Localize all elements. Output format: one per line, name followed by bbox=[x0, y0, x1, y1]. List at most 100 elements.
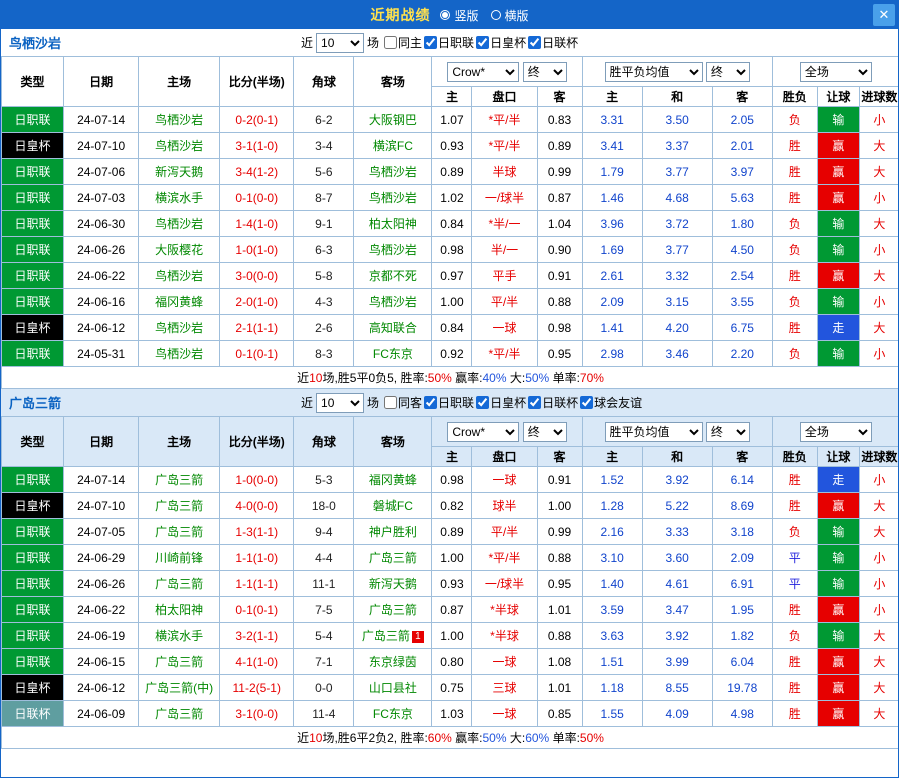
away-team-link[interactable]: 鸟栖沙岩 bbox=[369, 165, 417, 179]
checkbox-input[interactable] bbox=[384, 36, 397, 49]
checkbox-input[interactable] bbox=[476, 36, 489, 49]
home-team-link[interactable]: 鸟栖沙岩 bbox=[155, 269, 203, 283]
handicap-away-odds: 0.88 bbox=[537, 623, 582, 649]
match-row: 日皇杯24-06-12广岛三箭(中)11-2(5-1)0-0山口县社0.75三球… bbox=[2, 675, 899, 701]
home-team-link[interactable]: 福冈黄蜂 bbox=[155, 295, 203, 309]
home-team-link[interactable]: 广岛三箭 bbox=[155, 655, 203, 669]
away-team-link[interactable]: FC东京 bbox=[373, 347, 413, 361]
away-team-link[interactable]: 新泻天鹅 bbox=[369, 577, 417, 591]
home-team-link[interactable]: 广岛三箭 bbox=[155, 577, 203, 591]
odds-source-select[interactable]: Crow* bbox=[447, 62, 519, 82]
filter-checkbox[interactable]: 日联杯 bbox=[528, 394, 578, 411]
league-badge: 日职联 bbox=[2, 623, 64, 649]
handicap-dropdown-cell: Crow* 终 bbox=[432, 57, 582, 87]
league-badge: 日皇杯 bbox=[2, 675, 64, 701]
home-team-link[interactable]: 广岛三箭 bbox=[155, 499, 203, 513]
away-team-link[interactable]: 福冈黄蜂 bbox=[369, 473, 417, 487]
close-button[interactable]: ✕ bbox=[873, 4, 895, 26]
away-team-link[interactable]: 柏太阳神 bbox=[369, 217, 417, 231]
home-team-link[interactable]: 广岛三箭(中) bbox=[145, 681, 213, 695]
final-odds-select[interactable]: 终 bbox=[523, 422, 567, 442]
checkbox-input[interactable] bbox=[528, 396, 541, 409]
avg-odds-select[interactable]: 胜平负均值 bbox=[605, 422, 703, 442]
home-team-link[interactable]: 鸟栖沙岩 bbox=[155, 139, 203, 153]
home-team-link[interactable]: 横滨水手 bbox=[155, 191, 203, 205]
odds-source-select[interactable]: Crow* bbox=[447, 422, 519, 442]
filter-checkbox[interactable]: 日职联 bbox=[424, 34, 474, 51]
handicap-home-odds: 0.93 bbox=[432, 133, 472, 159]
final-odds-select[interactable]: 终 bbox=[523, 62, 567, 82]
home-team-link[interactable]: 鸟栖沙岩 bbox=[155, 321, 203, 335]
filter-checkbox[interactable]: 球会友谊 bbox=[580, 394, 642, 411]
away-team-link[interactable]: 神户胜利 bbox=[369, 525, 417, 539]
radio-icon[interactable] bbox=[491, 10, 501, 20]
home-team-link[interactable]: 川崎前锋 bbox=[155, 551, 203, 565]
summary-segment: 单率: bbox=[549, 731, 580, 745]
away-team-link[interactable]: 鸟栖沙岩 bbox=[369, 191, 417, 205]
layout-radio-竖版[interactable]: 竖版 bbox=[440, 7, 478, 24]
filter-checkbox[interactable]: 日职联 bbox=[424, 394, 474, 411]
away-team-cell: 高知联合 bbox=[354, 315, 432, 341]
avg-odds-select[interactable]: 胜平负均值 bbox=[605, 62, 703, 82]
away-team-link[interactable]: 山口县社 bbox=[369, 681, 417, 695]
away-team-link[interactable]: 广岛三箭 bbox=[369, 603, 417, 617]
match-row: 日职联24-06-22鸟栖沙岩3-0(0-0)5-8京都不死0.97平手0.91… bbox=[2, 263, 899, 289]
home-team-link[interactable]: 广岛三箭 bbox=[155, 707, 203, 721]
home-team-link[interactable]: 广岛三箭 bbox=[155, 525, 203, 539]
away-team-link[interactable]: 横滨FC bbox=[373, 139, 413, 153]
home-team-link[interactable]: 大阪樱花 bbox=[155, 243, 203, 257]
goals-result: 小 bbox=[859, 597, 899, 623]
away-team-cell: 鸟栖沙岩 bbox=[354, 159, 432, 185]
filter-checkbox[interactable]: 同客 bbox=[384, 394, 422, 411]
away-team-link[interactable]: FC东京 bbox=[373, 707, 413, 721]
checkbox-input[interactable] bbox=[424, 396, 437, 409]
checkbox-input[interactable] bbox=[580, 396, 593, 409]
match-date: 24-07-10 bbox=[64, 493, 139, 519]
away-team-link[interactable]: 大阪钢巴 bbox=[369, 113, 417, 127]
avg-lose-odds: 1.82 bbox=[712, 623, 772, 649]
filter-checkbox[interactable]: 日皇杯 bbox=[476, 394, 526, 411]
home-team-link[interactable]: 鸟栖沙岩 bbox=[155, 113, 203, 127]
checkbox-input[interactable] bbox=[424, 36, 437, 49]
home-team-link[interactable]: 鸟栖沙岩 bbox=[155, 347, 203, 361]
final-avg-select[interactable]: 终 bbox=[706, 62, 750, 82]
home-team-link[interactable]: 新泻天鹅 bbox=[155, 165, 203, 179]
avg-draw-odds: 3.37 bbox=[642, 133, 712, 159]
away-team-link[interactable]: 广岛三箭 bbox=[369, 551, 417, 565]
radio-icon[interactable] bbox=[440, 10, 450, 20]
final-avg-select[interactable]: 终 bbox=[706, 422, 750, 442]
match-date: 24-07-10 bbox=[64, 133, 139, 159]
filter-checkbox[interactable]: 日皇杯 bbox=[476, 34, 526, 51]
home-team-link[interactable]: 横滨水手 bbox=[155, 629, 203, 643]
league-badge: 日职联 bbox=[2, 597, 64, 623]
away-team-link[interactable]: 高知联合 bbox=[369, 321, 417, 335]
away-team-link[interactable]: 东京绿茵 bbox=[369, 655, 417, 669]
match-row: 日职联24-06-26广岛三箭1-1(1-1)11-1新泻天鹅0.93一/球半0… bbox=[2, 571, 899, 597]
home-team-link[interactable]: 广岛三箭 bbox=[155, 473, 203, 487]
scope-select[interactable]: 全场 bbox=[800, 62, 872, 82]
corner-score: 8-3 bbox=[294, 341, 354, 367]
filter-checkbox[interactable]: 日联杯 bbox=[528, 34, 578, 51]
checkbox-input[interactable] bbox=[476, 396, 489, 409]
league-badge: 日职联 bbox=[2, 185, 64, 211]
handicap-line: 一球 bbox=[472, 315, 537, 341]
checkbox-input[interactable] bbox=[384, 396, 397, 409]
away-team-link[interactable]: 鸟栖沙岩 bbox=[369, 243, 417, 257]
match-date: 24-07-06 bbox=[64, 159, 139, 185]
away-team-link[interactable]: 磐城FC bbox=[373, 499, 413, 513]
scope-select[interactable]: 全场 bbox=[800, 422, 872, 442]
away-team-link[interactable]: 鸟栖沙岩 bbox=[369, 295, 417, 309]
filter-checkbox[interactable]: 同主 bbox=[384, 34, 422, 51]
match-count-select[interactable]: 10 bbox=[316, 393, 364, 413]
home-team-link[interactable]: 柏太阳神 bbox=[155, 603, 203, 617]
layout-radio-横版[interactable]: 横版 bbox=[491, 7, 529, 24]
away-team-link[interactable]: 京都不死 bbox=[369, 269, 417, 283]
avg-draw-odds: 3.32 bbox=[642, 263, 712, 289]
away-team-link[interactable]: 广岛三箭 bbox=[362, 629, 410, 643]
home-team-cell: 鸟栖沙岩 bbox=[139, 263, 220, 289]
checkbox-input[interactable] bbox=[528, 36, 541, 49]
match-row: 日职联24-07-05广岛三箭1-3(1-1)9-4神户胜利0.89平/半0.9… bbox=[2, 519, 899, 545]
match-date: 24-06-12 bbox=[64, 675, 139, 701]
match-count-select[interactable]: 10 bbox=[316, 33, 364, 53]
home-team-link[interactable]: 鸟栖沙岩 bbox=[155, 217, 203, 231]
